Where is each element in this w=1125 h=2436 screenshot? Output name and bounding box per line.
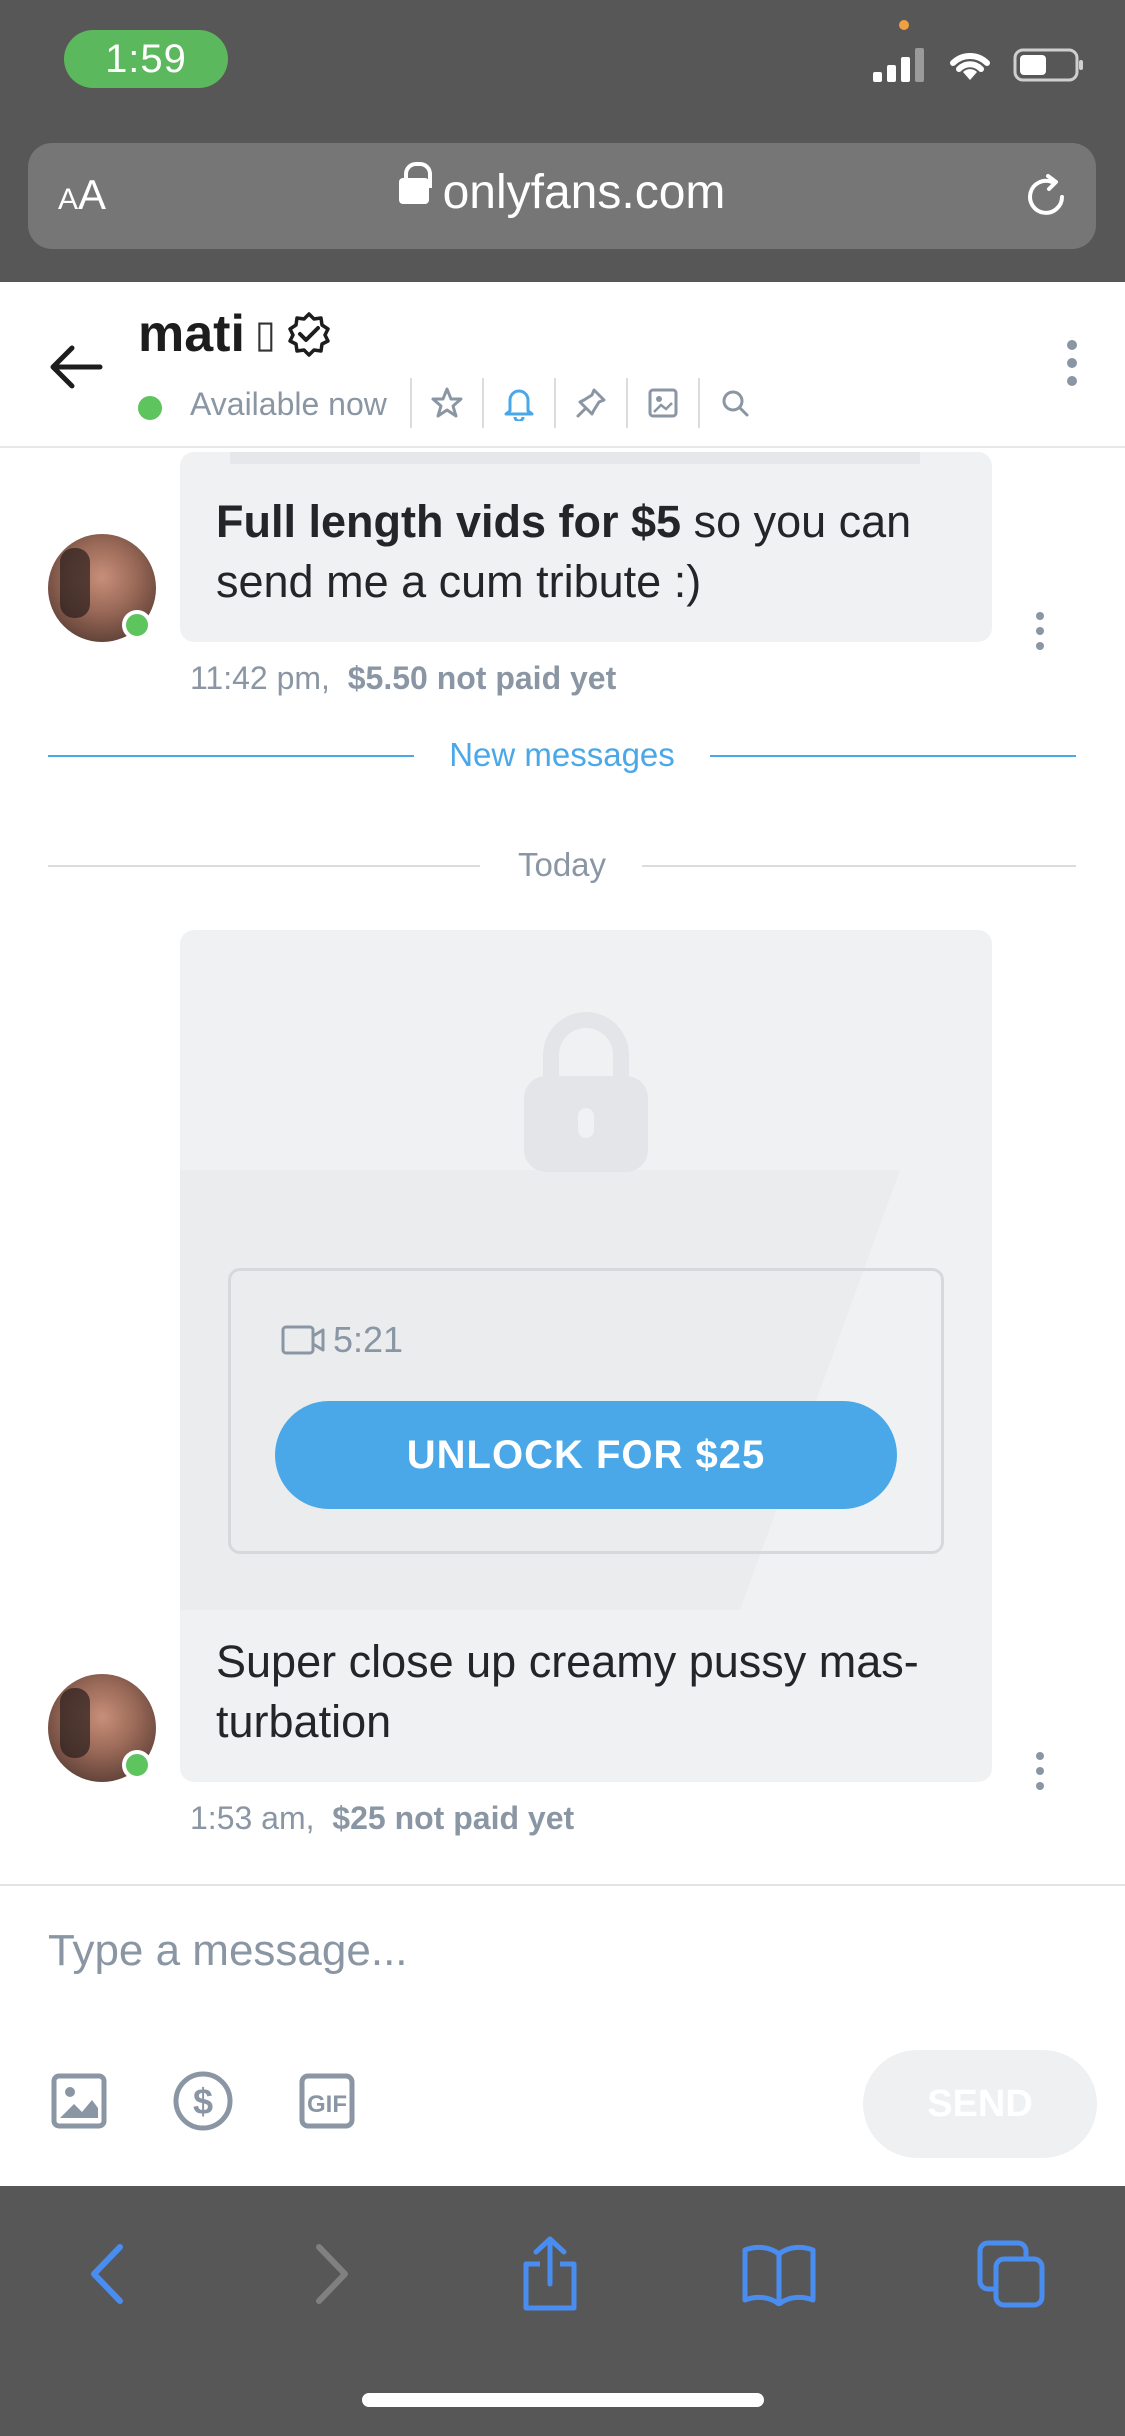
search-icon: [722, 390, 749, 417]
online-indicator: [138, 396, 162, 420]
video-duration: 5:21: [333, 1319, 404, 1360]
browser-back-icon[interactable]: [80, 2239, 140, 2309]
lock-icon: [524, 1012, 648, 1172]
search-button[interactable]: [698, 378, 770, 428]
availability-status: Available now: [190, 386, 387, 422]
bell-icon: [504, 389, 534, 421]
privacy-indicator: [899, 20, 909, 30]
home-indicator: [362, 2393, 764, 2407]
star-icon: [431, 387, 463, 418]
url-text[interactable]: onlyfans.com: [28, 162, 1096, 220]
message-options[interactable]: [1036, 612, 1044, 650]
message-bubble[interactable]: Full length vids for $5 so you can send …: [180, 452, 992, 642]
status-icons: [873, 48, 1085, 82]
message-meta: 1:53 am, $25 not paid yet: [190, 1800, 575, 1836]
name-emoji: ▯: [254, 313, 276, 356]
attach-image-icon[interactable]: [50, 2072, 108, 2130]
media-preview-edge: [230, 452, 920, 464]
battery-icon: [1013, 48, 1083, 82]
wifi-icon: [950, 52, 990, 80]
tabs-icon[interactable]: [976, 2239, 1046, 2309]
online-indicator: [122, 610, 152, 640]
bookmarks-icon[interactable]: [741, 2242, 817, 2306]
image-icon: [648, 388, 678, 418]
message-text: Super close up creamy pussy mas- turbati…: [216, 1636, 919, 1747]
svg-text:$: $: [193, 2081, 213, 2122]
video-camera-icon: [281, 1325, 325, 1355]
share-icon[interactable]: [518, 2236, 582, 2312]
chat-header: mati ▯ Available now: [0, 282, 1125, 448]
tip-dollar-icon[interactable]: $: [172, 2070, 234, 2132]
media-gallery-button[interactable]: [626, 378, 698, 428]
message-meta: 11:42 pm, $5.50 not paid yet: [190, 660, 617, 696]
notifications-button[interactable]: [482, 378, 554, 428]
message-composer: Type a message... $ GIF SEND: [0, 1884, 1125, 2186]
online-indicator: [122, 1750, 152, 1780]
browser-chrome: 1:59 AA onlyfans.com: [0, 0, 1125, 282]
unlock-button[interactable]: UNLOCK FOR $25: [275, 1401, 897, 1509]
unlock-panel: 5:21 UNLOCK FOR $25: [228, 1268, 944, 1554]
status-time: 1:59: [64, 30, 228, 88]
back-arrow-icon[interactable]: [48, 342, 104, 392]
message-options[interactable]: [1036, 1752, 1044, 1790]
reload-icon[interactable]: [1022, 173, 1070, 221]
message-input[interactable]: Type a message...: [48, 1926, 408, 1976]
signal-icon: [873, 48, 924, 82]
video-info: 5:21: [281, 1319, 403, 1361]
favorite-button[interactable]: [410, 378, 482, 428]
message-text: Full length vids for $5 so you can send …: [216, 496, 912, 607]
header-toolbar: [410, 378, 770, 428]
pin-icon: [576, 388, 606, 418]
gif-icon[interactable]: GIF: [298, 2072, 356, 2130]
browser-forward-icon[interactable]: [299, 2239, 359, 2309]
chat-options-menu[interactable]: [1067, 340, 1077, 386]
composer-toolbar: $ GIF: [50, 2070, 356, 2132]
new-messages-divider: New messages: [48, 730, 1076, 780]
pin-button[interactable]: [554, 378, 626, 428]
verified-icon: [288, 312, 330, 357]
lock-icon: [398, 162, 432, 205]
address-bar[interactable]: AA onlyfans.com: [28, 143, 1096, 249]
date-divider: Today: [48, 840, 1076, 890]
chat-username[interactable]: mati ▯: [138, 304, 332, 364]
svg-text:GIF: GIF: [307, 2091, 347, 2118]
send-button[interactable]: SEND: [863, 2050, 1097, 2158]
